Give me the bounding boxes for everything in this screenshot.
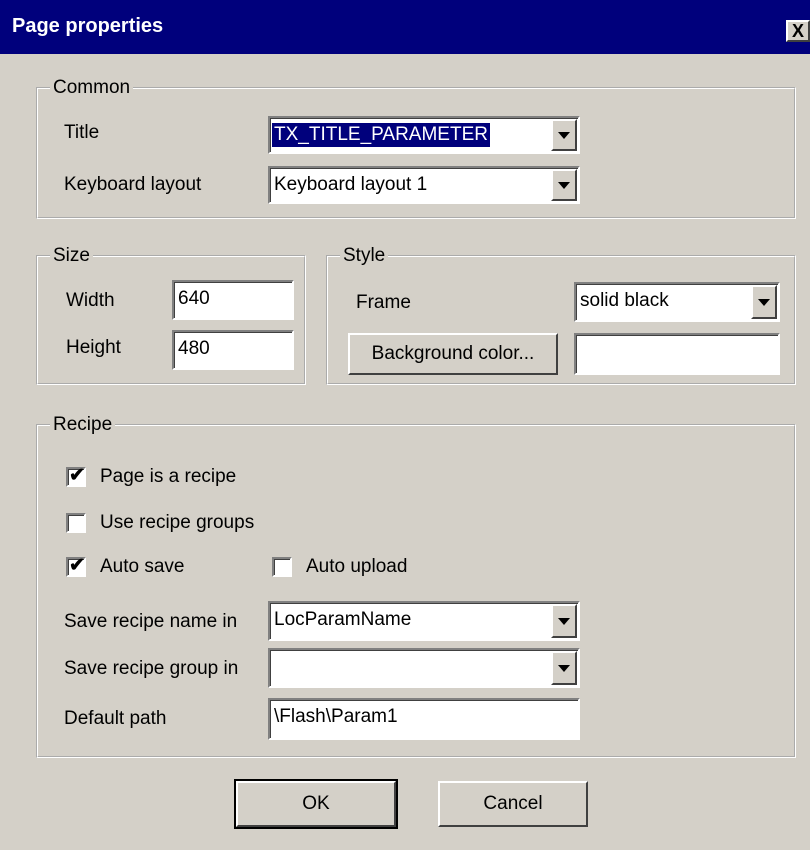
background-color-button-label: Background color... [371,343,535,364]
size-legend: Size [50,244,93,268]
auto-upload-checkbox[interactable] [272,557,292,577]
default-path-label: Default path [64,708,167,729]
page-properties-dialog: Page properties X Common Title TX_TITLE_… [0,0,810,850]
frame-dropdown-button[interactable] [751,285,777,319]
common-legend: Common [50,76,134,100]
save-recipe-name-value: LocParamName [274,609,412,630]
dialog-title: Page properties [12,15,164,37]
height-value: 480 [178,338,210,359]
use-recipe-groups-checkbox[interactable] [66,513,86,533]
save-recipe-name-dropdown[interactable]: LocParamName [268,601,580,641]
width-input[interactable]: 640 [172,280,294,320]
cancel-button-label: Cancel [483,793,543,814]
height-input[interactable]: 480 [172,330,294,370]
close-icon: X [791,21,804,41]
chevron-down-icon [558,132,570,139]
save-recipe-group-label: Save recipe group in [64,658,239,679]
height-label: Height [66,337,121,358]
title-bar: Page properties X [0,0,810,54]
save-recipe-name-dropdown-button[interactable] [551,604,577,638]
chevron-down-icon [558,182,570,189]
save-recipe-group-dropdown-button[interactable] [551,651,577,685]
default-path-value: \Flash\Param1 [274,706,398,727]
style-legend: Style [340,244,389,268]
width-value: 640 [178,288,210,309]
chevron-down-icon [758,299,770,306]
keyboard-layout-dropdown[interactable]: Keyboard layout 1 [268,166,580,204]
ok-button-label: OK [302,793,330,814]
ok-button[interactable]: OK [234,779,398,829]
save-recipe-group-dropdown[interactable] [268,648,580,688]
close-button[interactable]: X [786,20,810,42]
keyboard-layout-dropdown-button[interactable] [551,169,577,201]
title-dropdown-button[interactable] [551,119,577,151]
title-label: Title [64,122,100,143]
check-icon: ✔ [69,465,85,486]
width-label: Width [66,290,115,311]
background-color-swatch [574,333,780,375]
chevron-down-icon [558,618,570,625]
frame-label: Frame [356,292,411,313]
frame-dropdown[interactable]: solid black [574,282,780,322]
title-dropdown-value: TX_TITLE_PARAMETER [272,123,490,147]
frame-value: solid black [580,290,669,311]
default-path-input[interactable]: \Flash\Param1 [268,698,580,740]
use-recipe-groups-label: Use recipe groups [100,512,255,533]
keyboard-layout-label: Keyboard layout [64,174,202,195]
recipe-legend: Recipe [50,413,116,437]
page-is-recipe-label: Page is a recipe [100,466,237,487]
keyboard-layout-value: Keyboard layout 1 [274,174,428,195]
save-recipe-name-label: Save recipe name in [64,611,238,632]
check-icon: ✔ [69,555,85,576]
cancel-button[interactable]: Cancel [438,781,588,827]
chevron-down-icon [558,665,570,672]
auto-save-checkbox[interactable]: ✔ [66,555,86,577]
auto-save-label: Auto save [100,556,185,577]
title-dropdown[interactable]: TX_TITLE_PARAMETER [268,116,580,154]
auto-upload-label: Auto upload [306,556,408,577]
page-is-recipe-checkbox[interactable]: ✔ [66,465,86,487]
background-color-button[interactable]: Background color... [348,333,558,375]
